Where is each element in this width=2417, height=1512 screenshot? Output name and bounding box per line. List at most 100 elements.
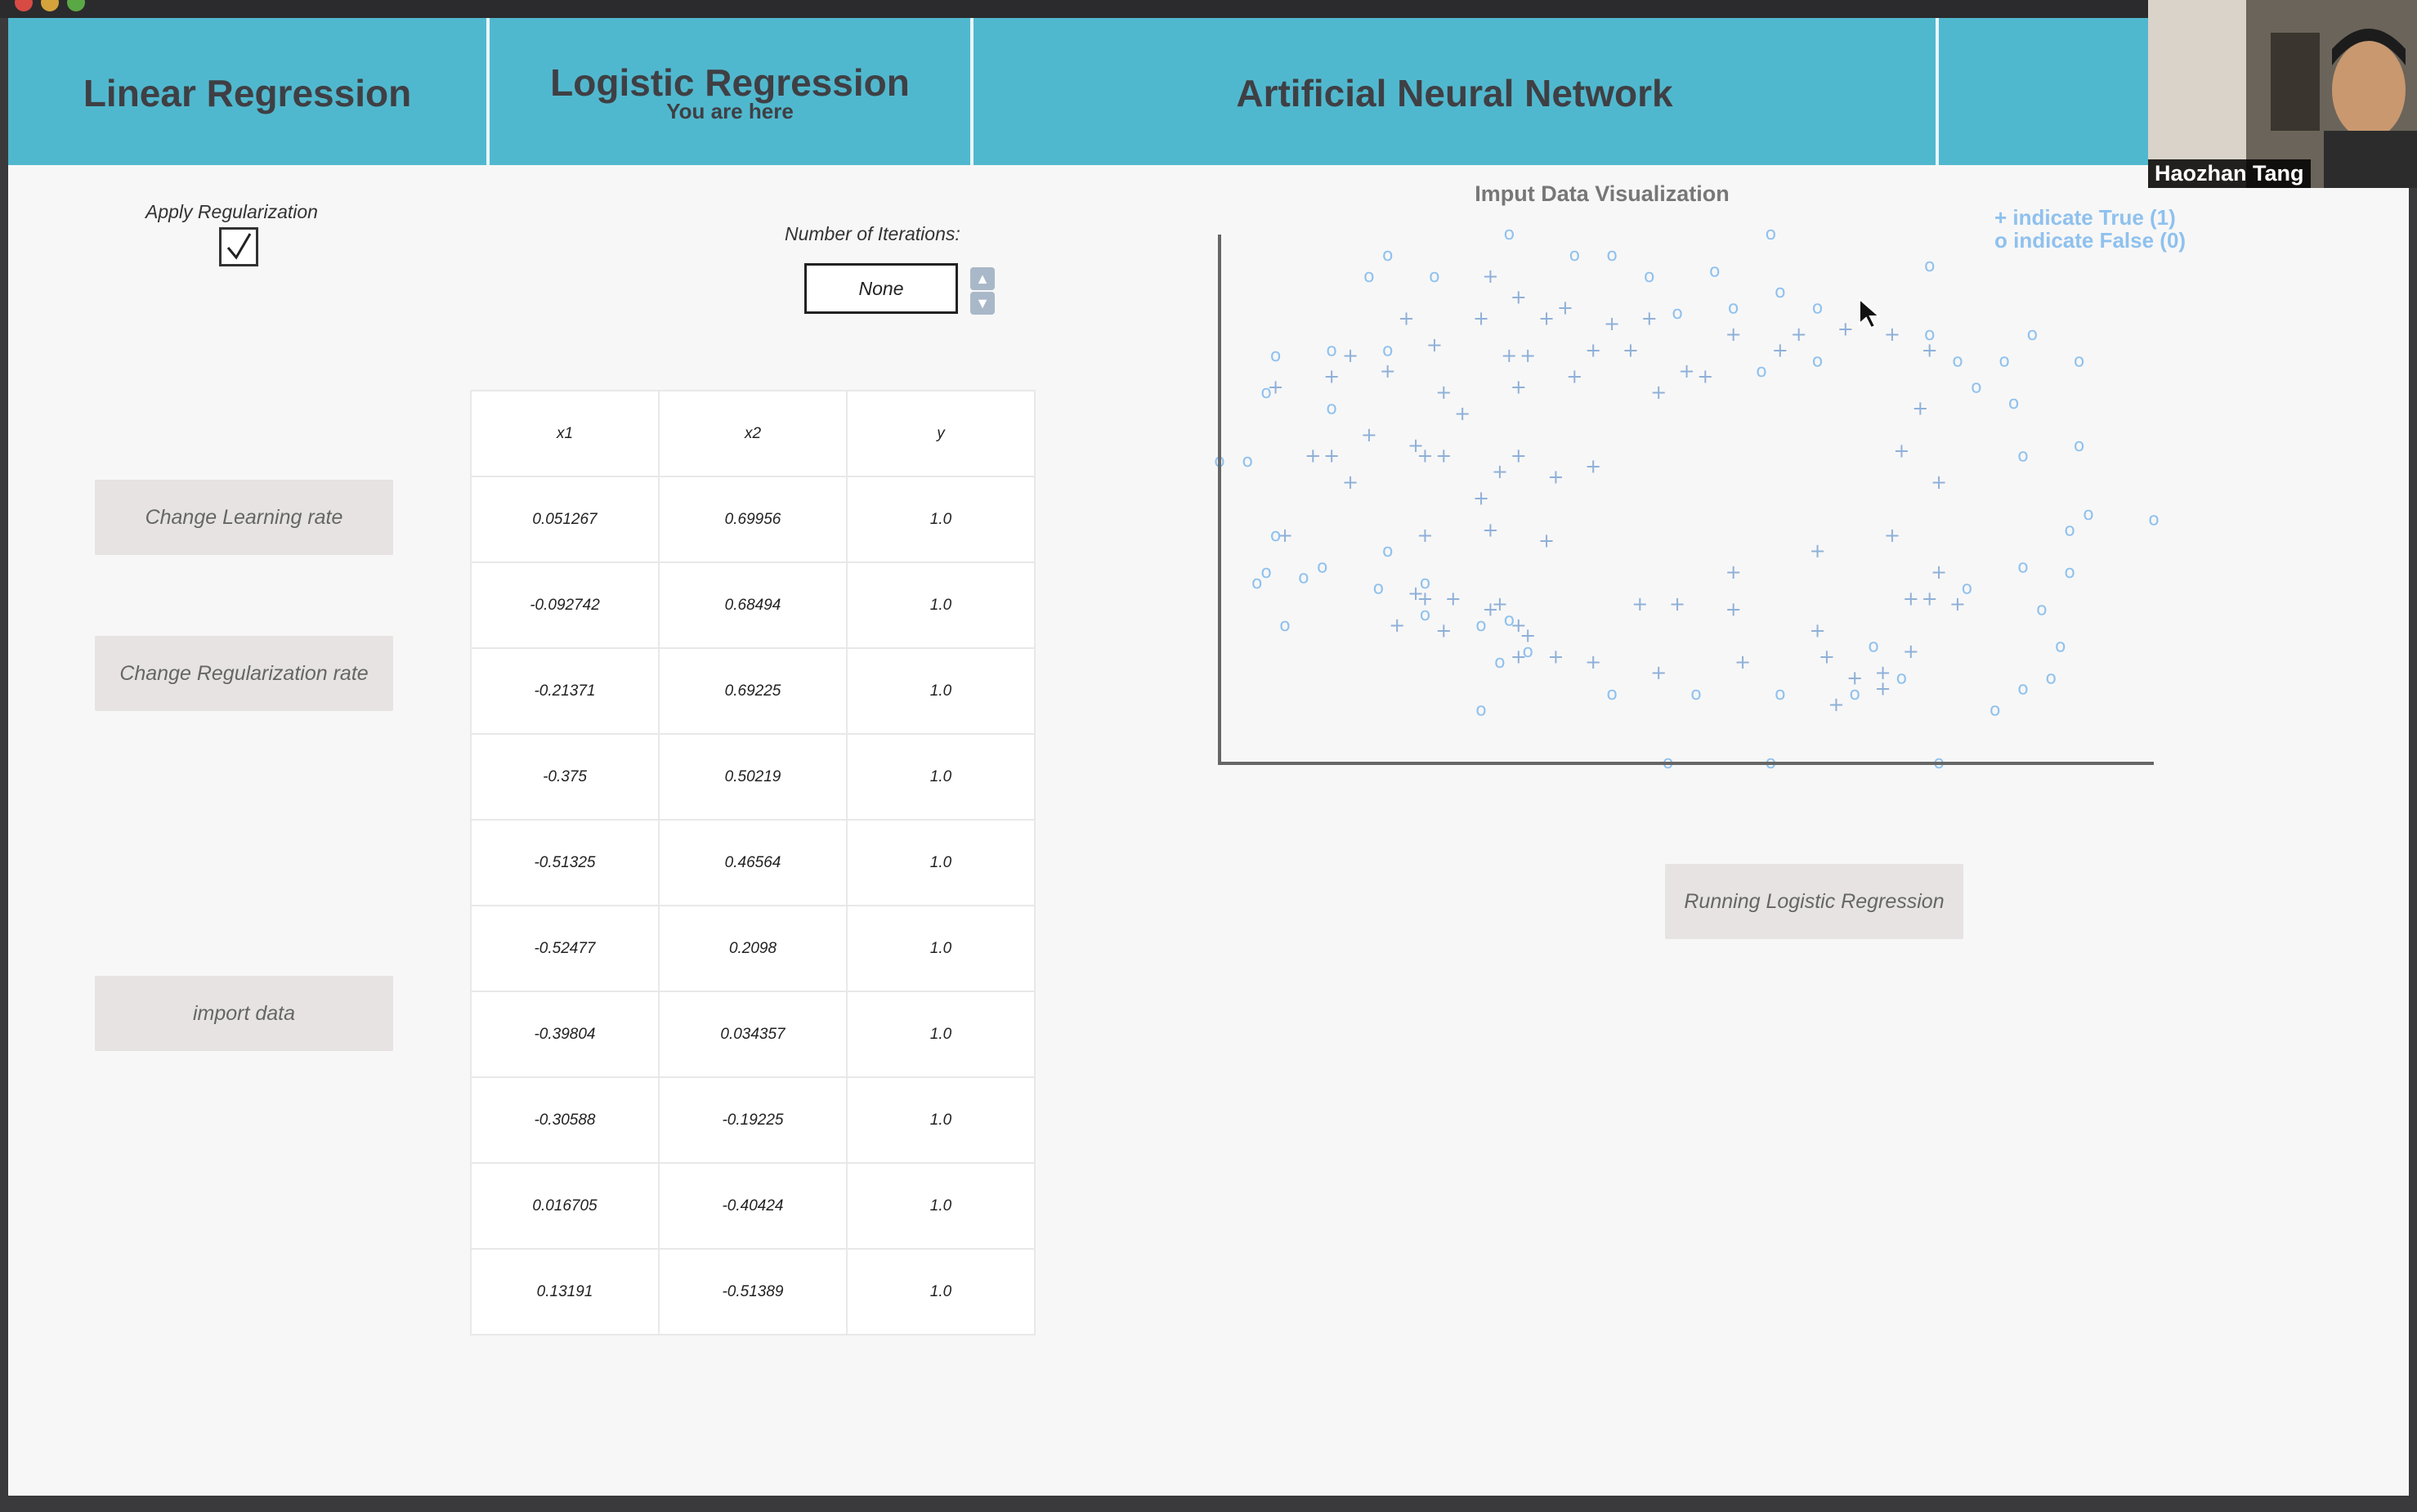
table-cell: 0.69956 bbox=[658, 476, 848, 563]
scatter-point-false: o bbox=[1606, 245, 1617, 266]
tab-artificial-neural-network[interactable]: Artificial Neural Network bbox=[974, 18, 1936, 165]
scatter-point-false: o bbox=[2008, 393, 2019, 414]
scatter-point-true: + bbox=[1809, 539, 1825, 562]
scatter-point-false: o bbox=[1812, 298, 1823, 319]
scatter-point-false: o bbox=[1298, 568, 1309, 588]
scatter-point-true: + bbox=[1585, 651, 1601, 673]
table-cell: 1.0 bbox=[846, 1162, 1036, 1250]
scatter-point-true: + bbox=[1435, 381, 1452, 404]
table-cell: 1.0 bbox=[846, 733, 1036, 821]
scatter-point-false: o bbox=[1868, 637, 1878, 657]
scatter-point-true: + bbox=[1473, 487, 1489, 510]
scatter-point-false: o bbox=[1420, 605, 1430, 625]
apply-regularization-checkbox[interactable] bbox=[219, 227, 258, 266]
scatter-point-false: o bbox=[1270, 526, 1281, 546]
tab-linear-regression[interactable]: Linear Regression bbox=[8, 18, 486, 165]
table-row: -0.39804 0.034357 1.0 bbox=[470, 991, 1036, 1078]
table-cell: 0.50219 bbox=[658, 733, 848, 821]
scatter-point-false: o bbox=[1644, 266, 1654, 287]
mouse-cursor-icon bbox=[1859, 297, 1882, 329]
scatter-point-true: + bbox=[1482, 265, 1498, 288]
scatter-point-true: + bbox=[1884, 524, 1900, 547]
table-cell: -0.40424 bbox=[658, 1162, 848, 1250]
scatter-point-false: o bbox=[1690, 684, 1701, 705]
scatter-point-false: o bbox=[1606, 684, 1617, 705]
scatter-point-false: o bbox=[2083, 504, 2093, 525]
change-regularization-rate-button[interactable]: Change Regularization rate bbox=[95, 636, 393, 711]
table-row: -0.51325 0.46564 1.0 bbox=[470, 819, 1036, 906]
column-header-x1: x1 bbox=[470, 390, 660, 477]
minimize-window-icon[interactable] bbox=[41, 0, 59, 11]
scatter-point-false: o bbox=[2148, 509, 2159, 530]
scatter-point-false: o bbox=[2027, 324, 2038, 345]
table-cell: 0.46564 bbox=[658, 819, 848, 906]
scatter-point-true: + bbox=[1323, 445, 1340, 467]
scatter-point-false: o bbox=[1279, 615, 1290, 636]
scatter-point-true: + bbox=[1323, 365, 1340, 388]
scatter-point-false: o bbox=[1728, 298, 1739, 319]
scatter-point-true: + bbox=[1473, 307, 1489, 330]
tab-label: Linear Regression bbox=[83, 72, 412, 114]
scatter-point-true: + bbox=[1678, 360, 1694, 382]
table-cell: 1.0 bbox=[846, 1076, 1036, 1164]
scatter-point-false: o bbox=[1420, 573, 1430, 593]
iterations-input[interactable]: None bbox=[804, 263, 958, 314]
table-cell: 1.0 bbox=[846, 819, 1036, 906]
scatter-point-false: o bbox=[1850, 684, 1860, 705]
scatter-point-false: o bbox=[2017, 446, 2028, 467]
scatter-point-false: o bbox=[1260, 382, 1271, 403]
scatter-point-false: o bbox=[1373, 578, 1384, 598]
scatter-point-true: + bbox=[1566, 365, 1582, 388]
table-cell: 0.051267 bbox=[470, 476, 660, 563]
scatter-point-true: + bbox=[1604, 312, 1620, 335]
scatter-point-false: o bbox=[2046, 668, 2057, 688]
table-cell: 1.0 bbox=[846, 561, 1036, 649]
input-data-table: x1 x2 y 0.051267 0.69956 1.0 -0.092742 0.68… bbox=[470, 390, 1036, 1335]
table-cell: 0.69225 bbox=[658, 647, 848, 735]
scatter-point-false: o bbox=[1429, 266, 1439, 287]
table-row: -0.21371 0.69225 1.0 bbox=[470, 647, 1036, 735]
scatter-point-true: + bbox=[1342, 471, 1358, 494]
scatter-point-true: + bbox=[1305, 445, 1321, 467]
scatter-point-false: o bbox=[1242, 451, 1253, 472]
table-cell: -0.30588 bbox=[470, 1076, 660, 1164]
close-window-icon[interactable] bbox=[15, 0, 33, 11]
scatter-point-true: + bbox=[1417, 524, 1433, 547]
scatter-point-false: o bbox=[2017, 557, 2028, 578]
import-data-button[interactable]: import data bbox=[95, 976, 393, 1051]
chevron-up-icon: ▲ bbox=[975, 270, 990, 287]
tab-logistic-regression[interactable]: Logistic Regression You are here bbox=[490, 18, 970, 165]
scatter-point-true: + bbox=[1538, 529, 1555, 552]
scatter-point-true: + bbox=[1828, 693, 1844, 716]
scatter-point-false: o bbox=[1494, 652, 1505, 673]
scatter-point-true: + bbox=[1650, 381, 1667, 404]
scatter-point-true: + bbox=[1725, 597, 1742, 620]
scatter-point-false: o bbox=[1326, 399, 1336, 419]
table-cell: -0.51325 bbox=[470, 819, 660, 906]
change-learning-rate-button[interactable]: Change Learning rate bbox=[95, 480, 393, 555]
tab-label: Logistic Regression bbox=[550, 61, 910, 104]
table-cell: 1.0 bbox=[846, 991, 1036, 1078]
run-logistic-regression-button[interactable]: Running Logistic Regression bbox=[1665, 864, 1963, 939]
scatter-point-true: + bbox=[1435, 619, 1452, 642]
table-cell: -0.39804 bbox=[470, 991, 660, 1078]
tab-sublabel: You are here bbox=[666, 99, 794, 123]
scatter-point-false: o bbox=[1522, 642, 1533, 662]
maximize-window-icon[interactable] bbox=[67, 0, 85, 11]
scatter-point-true: + bbox=[1809, 619, 1825, 642]
scatter-point-false: o bbox=[1363, 266, 1374, 287]
scatter-point-false: o bbox=[1952, 351, 1963, 371]
scatter-point-true: + bbox=[1893, 439, 1909, 462]
participant-name: Haozhan Tang bbox=[2148, 159, 2311, 188]
scatter-point-false: o bbox=[1775, 282, 1785, 302]
table-cell: -0.21371 bbox=[470, 647, 660, 735]
scatter-point-false: o bbox=[1504, 224, 1515, 244]
iterations-decrement-button[interactable]: ▼ bbox=[970, 292, 995, 315]
scatter-point-true: + bbox=[1922, 587, 1938, 610]
scatter-point-true: + bbox=[1511, 286, 1527, 309]
scatter-point-true: + bbox=[1903, 587, 1919, 610]
table-cell: 1.0 bbox=[846, 476, 1036, 563]
scatter-point-true: + bbox=[1650, 661, 1667, 684]
scatter-point-false: o bbox=[2036, 599, 2047, 620]
iterations-increment-button[interactable]: ▲ bbox=[970, 267, 995, 290]
